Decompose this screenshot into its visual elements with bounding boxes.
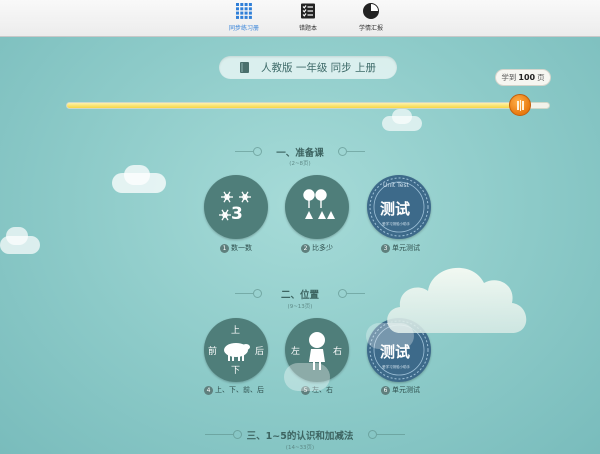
lesson-number: 2 bbox=[301, 243, 310, 253]
lesson-title: 上、下、前、后 bbox=[215, 386, 264, 394]
progress-page: 100 bbox=[518, 73, 536, 82]
lesson-number: 6 bbox=[381, 385, 390, 395]
pie-chart-icon bbox=[363, 3, 379, 19]
section-pages: (9~13页) bbox=[287, 304, 313, 310]
compare-shapes-icon bbox=[303, 189, 335, 219]
tab-sync-practice[interactable]: 同步练习册 bbox=[209, 3, 279, 35]
book-selector[interactable]: 人教版 一年级 同步 上册 bbox=[219, 56, 397, 79]
foreground-cloud bbox=[284, 363, 330, 391]
lesson-badge-count[interactable]: 3 bbox=[204, 175, 268, 239]
position-word-right: 右 bbox=[333, 347, 343, 357]
lesson-title: 单元测试 bbox=[392, 386, 420, 394]
progress-bubble: 学到 100 页 bbox=[495, 69, 551, 86]
section-title: 二、位置 bbox=[280, 290, 319, 301]
tab-wrong-questions[interactable]: 错题本 bbox=[273, 3, 343, 35]
lesson-map[interactable]: 人教版 一年级 同步 上册 学到 100 页 一、准备课 (2~8页) 3 1 … bbox=[0, 37, 600, 454]
lesson-label[interactable]: 6 单元测试 bbox=[381, 385, 461, 395]
lesson-badge-unit-test[interactable]: Unit Test 测试 爱学习测验小助手 bbox=[367, 175, 431, 239]
test-label: 测试 bbox=[380, 200, 411, 218]
lesson-badge-position[interactable]: 上 下 前 后 bbox=[204, 318, 268, 382]
lesson-label[interactable]: 4 上、下、前、后 bbox=[204, 385, 284, 395]
lesson-title: 比多少 bbox=[312, 244, 333, 252]
background-cloud bbox=[6, 227, 28, 245]
tab-label: 学情汇报 bbox=[358, 25, 383, 32]
position-word-left: 左 bbox=[291, 347, 301, 357]
checklist-icon bbox=[301, 3, 315, 19]
progress-fill bbox=[67, 103, 520, 108]
position-word-back: 后 bbox=[255, 347, 265, 357]
grip-icon bbox=[517, 100, 524, 111]
top-tab-bar: 同步练习册 错题本 学情汇报 bbox=[0, 0, 600, 37]
background-cloud bbox=[124, 165, 150, 185]
seal-ring-text: 爱学习测验小助手 bbox=[382, 222, 410, 226]
position-word-up: 上 bbox=[231, 326, 241, 336]
lesson-badge-compare[interactable] bbox=[285, 175, 349, 239]
tab-label: 错题本 bbox=[298, 25, 317, 32]
count-number: 3 bbox=[231, 204, 243, 224]
book-label: 人教版 一年级 同步 上册 bbox=[260, 62, 376, 74]
progress-slider-handle[interactable] bbox=[509, 94, 531, 116]
seal-ring-text: 爱学习测验小助手 bbox=[382, 365, 410, 369]
tab-learning-report[interactable]: 学情汇报 bbox=[336, 3, 406, 35]
progress-suffix: 页 bbox=[537, 73, 545, 82]
position-word-down: 下 bbox=[231, 366, 241, 376]
section-title: 一、准备课 bbox=[276, 148, 324, 159]
lesson-label[interactable]: 2 比多少 bbox=[301, 243, 381, 253]
seal-ribbon-text: Unit Test bbox=[383, 182, 409, 189]
background-cloud bbox=[392, 109, 412, 124]
lesson-number: 4 bbox=[204, 385, 213, 395]
book-icon bbox=[239, 62, 249, 73]
progress-prefix: 学到 bbox=[501, 73, 517, 82]
foreground-cloud bbox=[366, 323, 414, 349]
lesson-number: 1 bbox=[220, 243, 229, 253]
lesson-title: 数一数 bbox=[231, 244, 252, 252]
grid-icon bbox=[236, 3, 252, 19]
section-pages: (2~8页) bbox=[289, 161, 311, 167]
tab-label: 同步练习册 bbox=[228, 25, 259, 32]
section-title: 三、1~5的认识和加减法 bbox=[246, 431, 354, 442]
position-word-front: 前 bbox=[208, 347, 218, 357]
lesson-label[interactable]: 1 数一数 bbox=[220, 243, 300, 253]
section-pages: (14~33页) bbox=[285, 445, 315, 451]
